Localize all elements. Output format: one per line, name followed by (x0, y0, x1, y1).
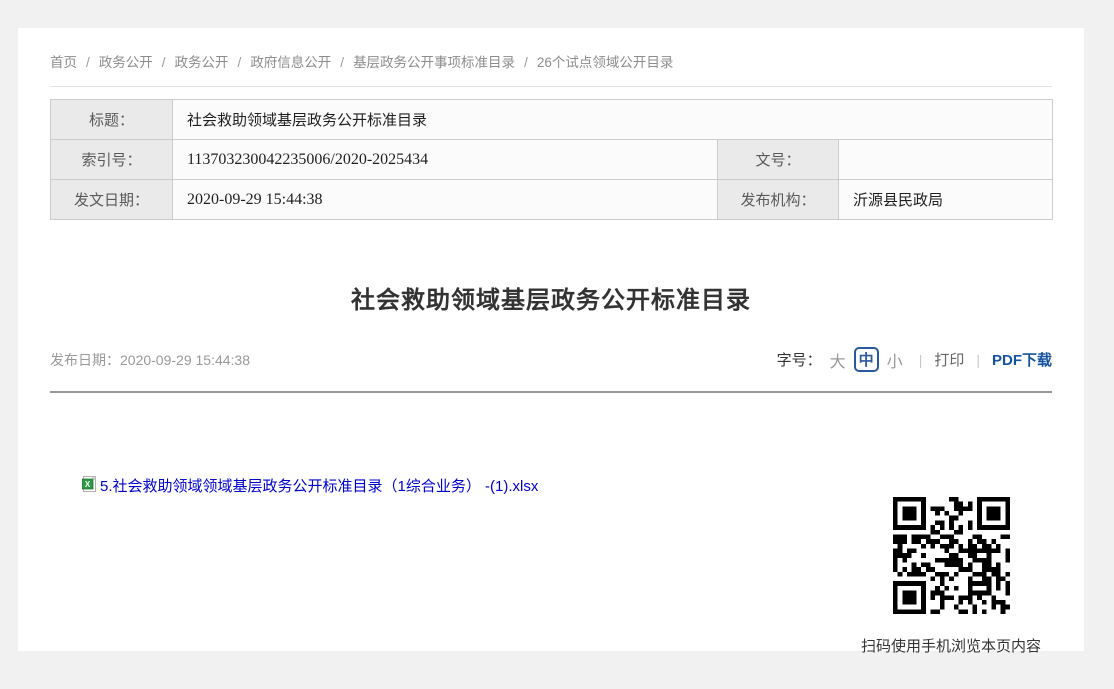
excel-file-icon: X (82, 476, 97, 496)
breadcrumb-separator: / (86, 55, 90, 70)
table-row: 索引号： 113703230042235006/2020-2025434 文号： (51, 140, 1053, 180)
title-value: 社会救助领域基层政务公开标准目录 (173, 100, 1053, 140)
breadcrumb-item-3[interactable]: 政府信息公开 (250, 55, 331, 70)
breadcrumb-separator: / (238, 55, 242, 70)
content-card: 首页 / 政务公开 / 政务公开 / 政府信息公开 / 基层政务公开事项标准目录 / 26个试点领域… (18, 28, 1084, 651)
attachment-row: X 5.社会救助领域领域基层政务公开标准目录（1综合业务） -(1).xlsx (82, 475, 538, 496)
article-body: X 5.社会救助领域领域基层政务公开标准目录（1综合业务） -(1).xlsx … (50, 393, 1052, 655)
qr-caption: 扫码使用手机浏览本页内容 (861, 635, 1041, 656)
toolbar-divider: | (976, 352, 980, 368)
breadcrumb-item-2[interactable]: 政务公开 (175, 55, 229, 70)
breadcrumb-item-4[interactable]: 基层政务公开事项标准目录 (353, 55, 515, 70)
page-title: 社会救助领域基层政务公开标准目录 (50, 280, 1052, 315)
svg-text:X: X (85, 480, 91, 489)
index-number-value: 113703230042235006/2020-2025434 (173, 140, 718, 180)
pdf-download-button[interactable]: PDF下载 (992, 349, 1052, 370)
font-size-label: 字号： (777, 349, 822, 370)
table-row: 标题： 社会救助领域基层政务公开标准目录 (51, 100, 1053, 140)
breadcrumb-separator: / (162, 55, 166, 70)
breadcrumb: 首页 / 政务公开 / 政务公开 / 政府信息公开 / 基层政务公开事项标准目录 / 26个试点领域… (50, 28, 1052, 87)
issue-date-label: 发文日期： (51, 180, 173, 220)
attachment-link[interactable]: 5.社会救助领域领域基层政务公开标准目录（1综合业务） -(1).xlsx (100, 475, 538, 496)
breadcrumb-item-home[interactable]: 首页 (50, 55, 77, 70)
document-meta-table: 标题： 社会救助领域基层政务公开标准目录 索引号： 11370323004223… (50, 99, 1053, 220)
font-size-small-button[interactable]: 小 (887, 348, 903, 372)
table-row: 发文日期： 2020-09-29 15:44:38 发布机构： 沂源县民政局 (51, 180, 1053, 220)
font-size-medium-button[interactable]: 中 (854, 347, 879, 372)
publish-date: 发布日期：2020-09-29 15:44:38 (50, 350, 250, 370)
doc-number-value (839, 140, 1053, 180)
publisher-value: 沂源县民政局 (839, 180, 1053, 220)
index-number-label: 索引号： (51, 140, 173, 180)
qr-block: 扫码使用手机浏览本页内容 (855, 497, 1047, 656)
article-toolbar: 字号： 大 中 小 | 打印 | PDF下载 (777, 347, 1052, 372)
breadcrumb-separator: / (340, 55, 344, 70)
article-meta-row: 发布日期：2020-09-29 15:44:38 字号： 大 中 小 | 打印 … (50, 347, 1052, 372)
title-label: 标题： (51, 100, 173, 140)
issue-date-value: 2020-09-29 15:44:38 (173, 180, 718, 220)
font-size-large-button[interactable]: 大 (830, 348, 846, 372)
doc-number-label: 文号： (718, 140, 839, 180)
qr-code (893, 497, 1010, 614)
toolbar-divider: | (919, 352, 923, 368)
publisher-label: 发布机构： (718, 180, 839, 220)
print-button[interactable]: 打印 (934, 349, 964, 370)
breadcrumb-item-1[interactable]: 政务公开 (99, 55, 153, 70)
breadcrumb-separator: / (524, 55, 528, 70)
breadcrumb-item-5[interactable]: 26个试点领域公开目录 (537, 55, 674, 70)
